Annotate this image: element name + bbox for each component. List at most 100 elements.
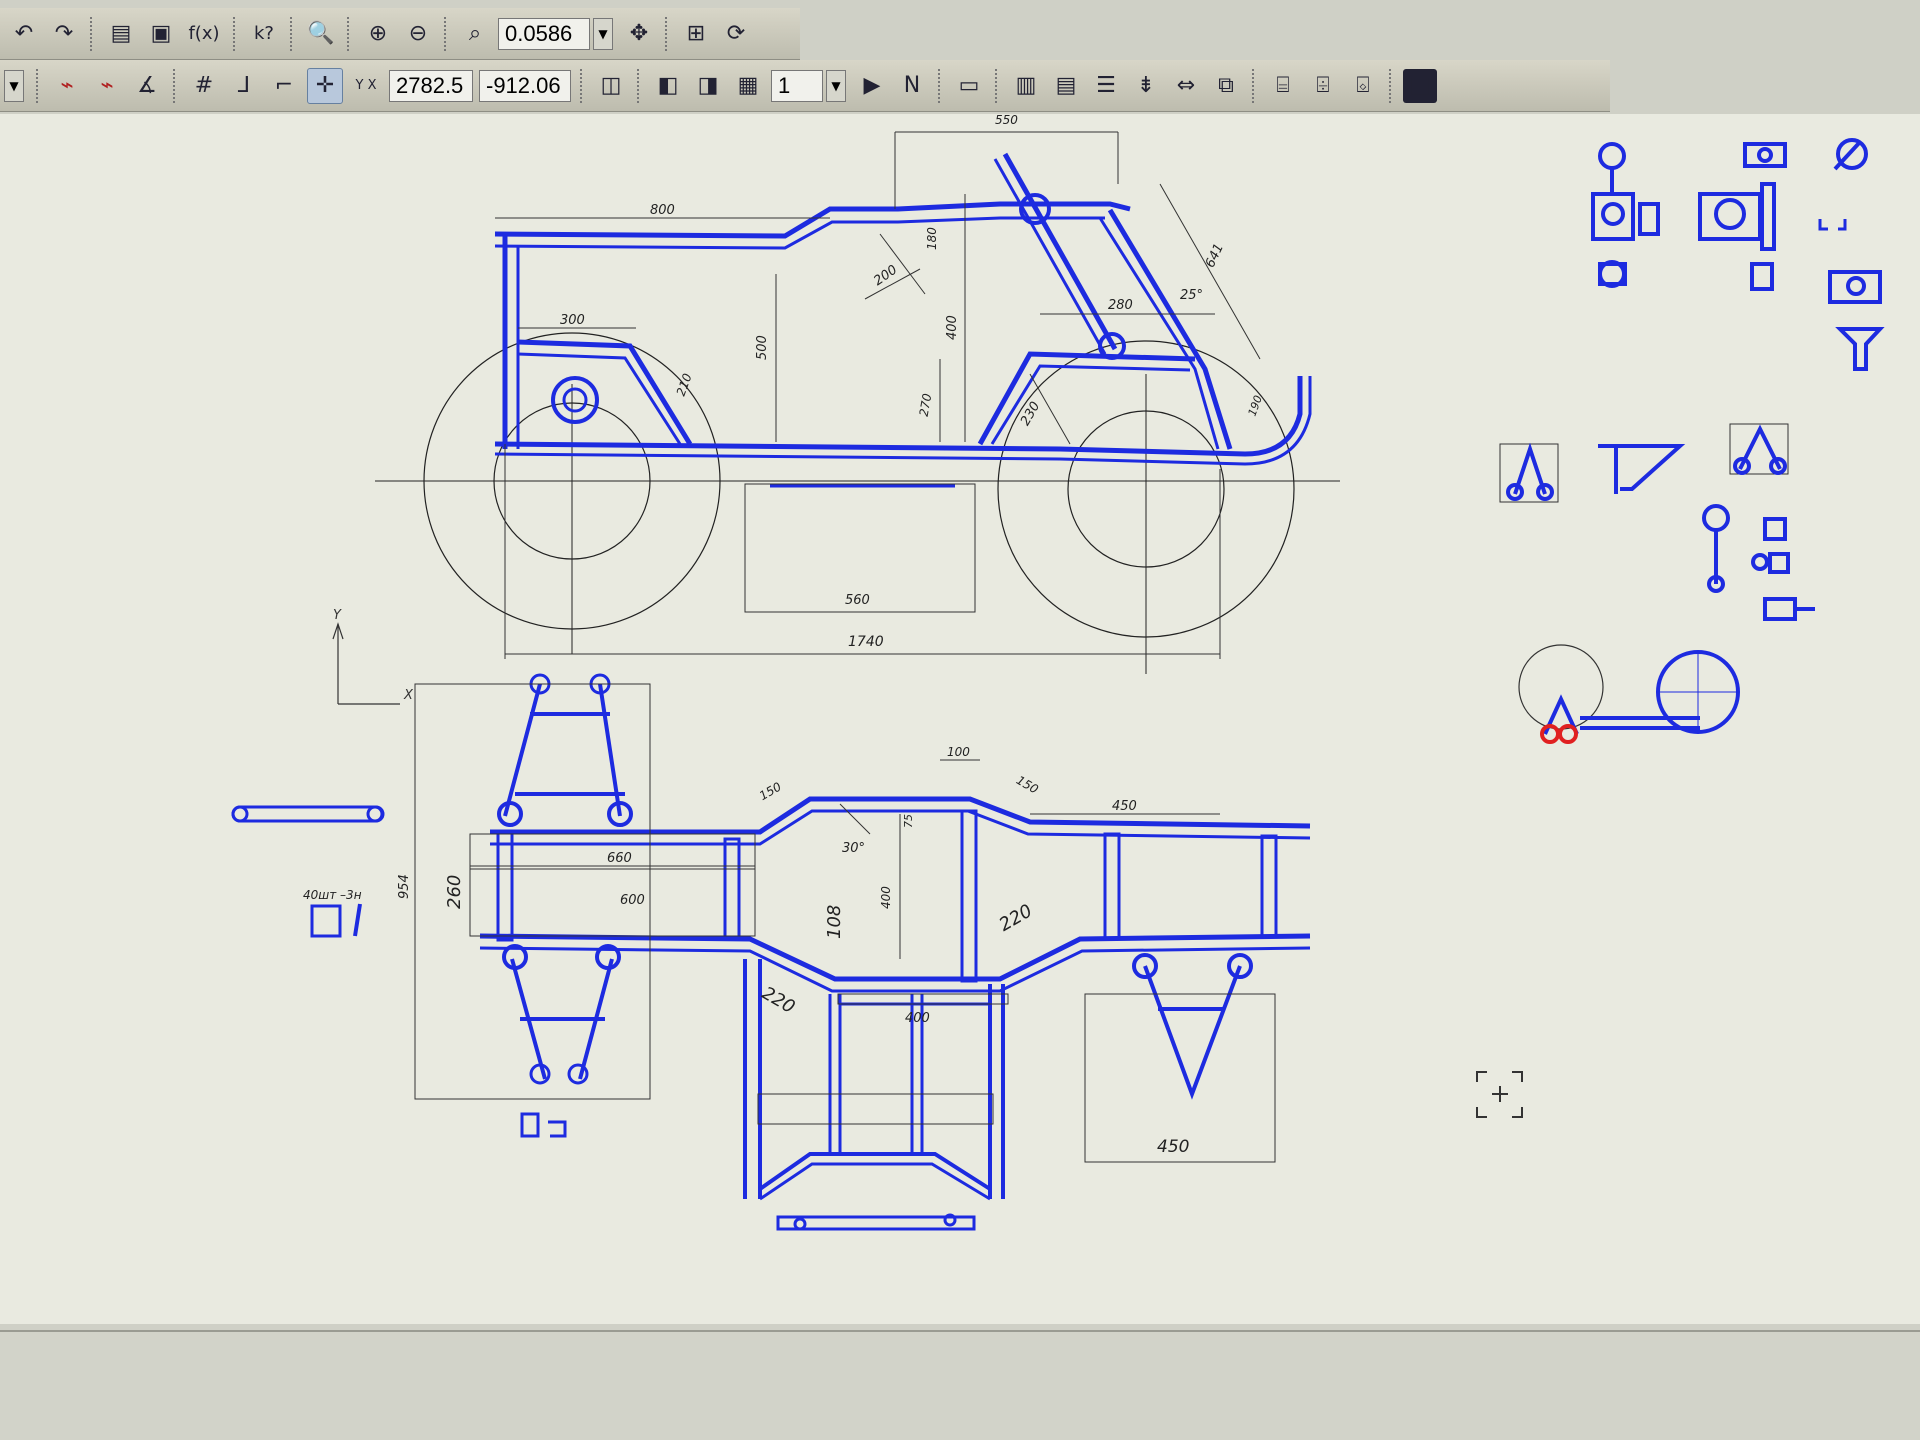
toolbar-separator <box>580 68 585 103</box>
toolbar-separator <box>233 16 238 51</box>
toolbar-separator <box>637 68 642 103</box>
insert-icon[interactable]: ⌸ <box>1266 69 1300 103</box>
note-text: 40шт –3н <box>303 888 362 902</box>
toolbar-separator <box>938 68 943 103</box>
align-icon[interactable]: ⇟ <box>1129 69 1163 103</box>
part-thumb-3 <box>1833 138 1868 171</box>
distribute-icon[interactable]: ⇔ <box>1169 69 1203 103</box>
part-thumb-11 <box>1499 442 1559 503</box>
dim-150b: 150 <box>1014 773 1041 797</box>
table-icon[interactable]: ▥ <box>1009 69 1043 103</box>
snap-icon[interactable]: ⌁ <box>50 69 84 103</box>
dim-108: 108 <box>824 905 845 939</box>
part-thumb-5 <box>1698 182 1776 251</box>
part-thumb-1 <box>1598 142 1626 194</box>
dim-260: 260 <box>444 875 465 909</box>
dim-600: 600 <box>620 893 645 908</box>
layer-dropdown-chevron-icon[interactable]: ▼ <box>826 69 846 102</box>
dim-150a: 150 <box>757 779 784 803</box>
macro-icon[interactable]: ⌺ <box>1346 69 1380 103</box>
part-thumb-17 <box>1518 644 1740 735</box>
coordinates-label: Y X <box>355 78 377 93</box>
dim-400-vertical: 400 <box>879 886 893 909</box>
dim-100: 100 <box>947 745 970 759</box>
axis-y-label: Y <box>333 608 342 623</box>
dim-641: 641 <box>1203 241 1227 270</box>
zoom-out-icon[interactable]: ⊖ <box>401 17 435 51</box>
grid-icon[interactable]: # <box>187 69 221 103</box>
drawing-canvas[interactable]: 800 550 300 500 400 180 200 280 210 230 … <box>0 113 1920 1324</box>
dim-450b: 450 <box>1157 1137 1189 1157</box>
snap-local-icon[interactable]: ⌁ <box>90 69 124 103</box>
layers-icon[interactable]: ◫ <box>594 69 628 103</box>
dim-25deg: 25° <box>1180 288 1203 303</box>
zoom-input[interactable]: 0.0586 <box>498 17 590 50</box>
part-thumb-12 <box>1598 444 1686 494</box>
zoom-scale-icon[interactable]: ⌕ <box>458 17 492 51</box>
view-list-icon[interactable]: ◨ <box>691 69 725 103</box>
zoom-in-icon[interactable]: ⊕ <box>361 17 395 51</box>
cursor-x-field[interactable]: 2782.5 <box>389 69 473 102</box>
show-all-icon[interactable]: ⊞ <box>679 17 713 51</box>
dim-800: 800 <box>650 203 675 218</box>
fragment-icon[interactable]: ⌹ <box>1306 69 1340 103</box>
layer-icon[interactable]: ▦ <box>731 69 765 103</box>
part-thumb-9 <box>1828 270 1882 304</box>
dim-450a: 450 <box>1112 799 1137 814</box>
next-view-icon[interactable]: ▶ <box>855 69 889 103</box>
refresh-icon[interactable]: ⟳ <box>719 17 753 51</box>
part-thumb-16 <box>1763 597 1815 621</box>
dim-400: 400 <box>905 1011 930 1026</box>
zoom-dropdown-chevron-icon[interactable]: ▼ <box>593 17 613 50</box>
help-pointer-button[interactable]: k? <box>247 17 281 51</box>
view-icon[interactable]: ◧ <box>651 69 685 103</box>
ortho-icon[interactable]: ⌐ <box>267 69 301 103</box>
dim-30deg: 30° <box>842 841 865 856</box>
table-alt-icon[interactable]: ▤ <box>1049 69 1083 103</box>
dim-190: 190 <box>1246 394 1265 418</box>
toolbar-separator <box>347 16 352 51</box>
redo-icon[interactable]: ↷ <box>47 17 81 51</box>
dim-200: 200 <box>871 262 900 289</box>
cursor-snap-icon[interactable]: ✛ <box>307 67 343 104</box>
status-bar <box>0 1330 1920 1440</box>
layer-input[interactable]: 1 <box>771 69 823 102</box>
sheet-icon[interactable]: ▭ <box>952 69 986 103</box>
zoom-window-icon[interactable]: 🔍 <box>304 17 338 51</box>
dim-270: 270 <box>917 392 935 417</box>
dim-220a: 220 <box>758 983 798 1018</box>
axis-x-label: X <box>403 688 414 703</box>
dim-75: 75 <box>902 814 915 828</box>
style-dropdown-chevron-icon[interactable]: ▼ <box>4 69 24 102</box>
local-cs-icon[interactable]: ⅃ <box>227 69 261 103</box>
dim-230: 230 <box>1018 399 1043 428</box>
undo-icon[interactable]: ↶ <box>7 17 41 51</box>
toolbar-separator <box>36 68 41 103</box>
plan-view: 260 954 660 600 150 30° 100 75 150 450 1… <box>231 673 1311 1231</box>
formula-button[interactable]: f(x) <box>184 17 224 51</box>
manager-icon[interactable]: ▣ <box>144 17 178 51</box>
standard-toolbar: ↶ ↷ ▤ ▣ f(x) k? 🔍 ⊕ ⊖ ⌕ 0.0586 ▼ ✥ ⊞ ⟳ <box>0 8 800 60</box>
dim-180: 180 <box>925 227 939 250</box>
cad-application: ↶ ↷ ▤ ▣ f(x) k? 🔍 ⊕ ⊖ ⌕ 0.0586 ▼ ✥ ⊞ ⟳ ▼… <box>0 0 1920 1440</box>
group-icon[interactable]: ⧉ <box>1209 69 1243 103</box>
angle-snap-icon[interactable]: ∡ <box>130 69 164 103</box>
cursor-crosshair-icon <box>1476 1071 1523 1118</box>
current-state-toolbar: ▼ ⌁ ⌁ ∡ # ⅃ ⌐ ✛ Y X 2782.5 -912.06 ◫ ◧ ◨… <box>0 60 1610 112</box>
toolbar-separator <box>90 16 95 51</box>
black-square-icon[interactable]: ■ <box>1403 68 1437 103</box>
part-thumb-13 <box>1729 423 1789 475</box>
part-thumb-7 <box>1598 260 1627 288</box>
side-view: 800 550 300 500 400 180 200 280 210 230 … <box>375 113 1340 674</box>
dim-400: 400 <box>945 315 960 340</box>
toolbar-separator <box>1252 68 1257 103</box>
number-view-icon[interactable]: N <box>895 69 929 103</box>
spec-icon[interactable]: ☰ <box>1089 69 1123 103</box>
dim-1740: 1740 <box>848 634 884 650</box>
dim-500: 500 <box>755 335 770 360</box>
pan-icon[interactable]: ✥ <box>622 17 656 51</box>
cursor-y-field[interactable]: -912.06 <box>479 69 571 102</box>
drawing-svg[interactable]: 800 550 300 500 400 180 200 280 210 230 … <box>0 113 1920 1324</box>
part-thumb-8 <box>1750 262 1774 291</box>
library-icon[interactable]: ▤ <box>104 17 138 51</box>
